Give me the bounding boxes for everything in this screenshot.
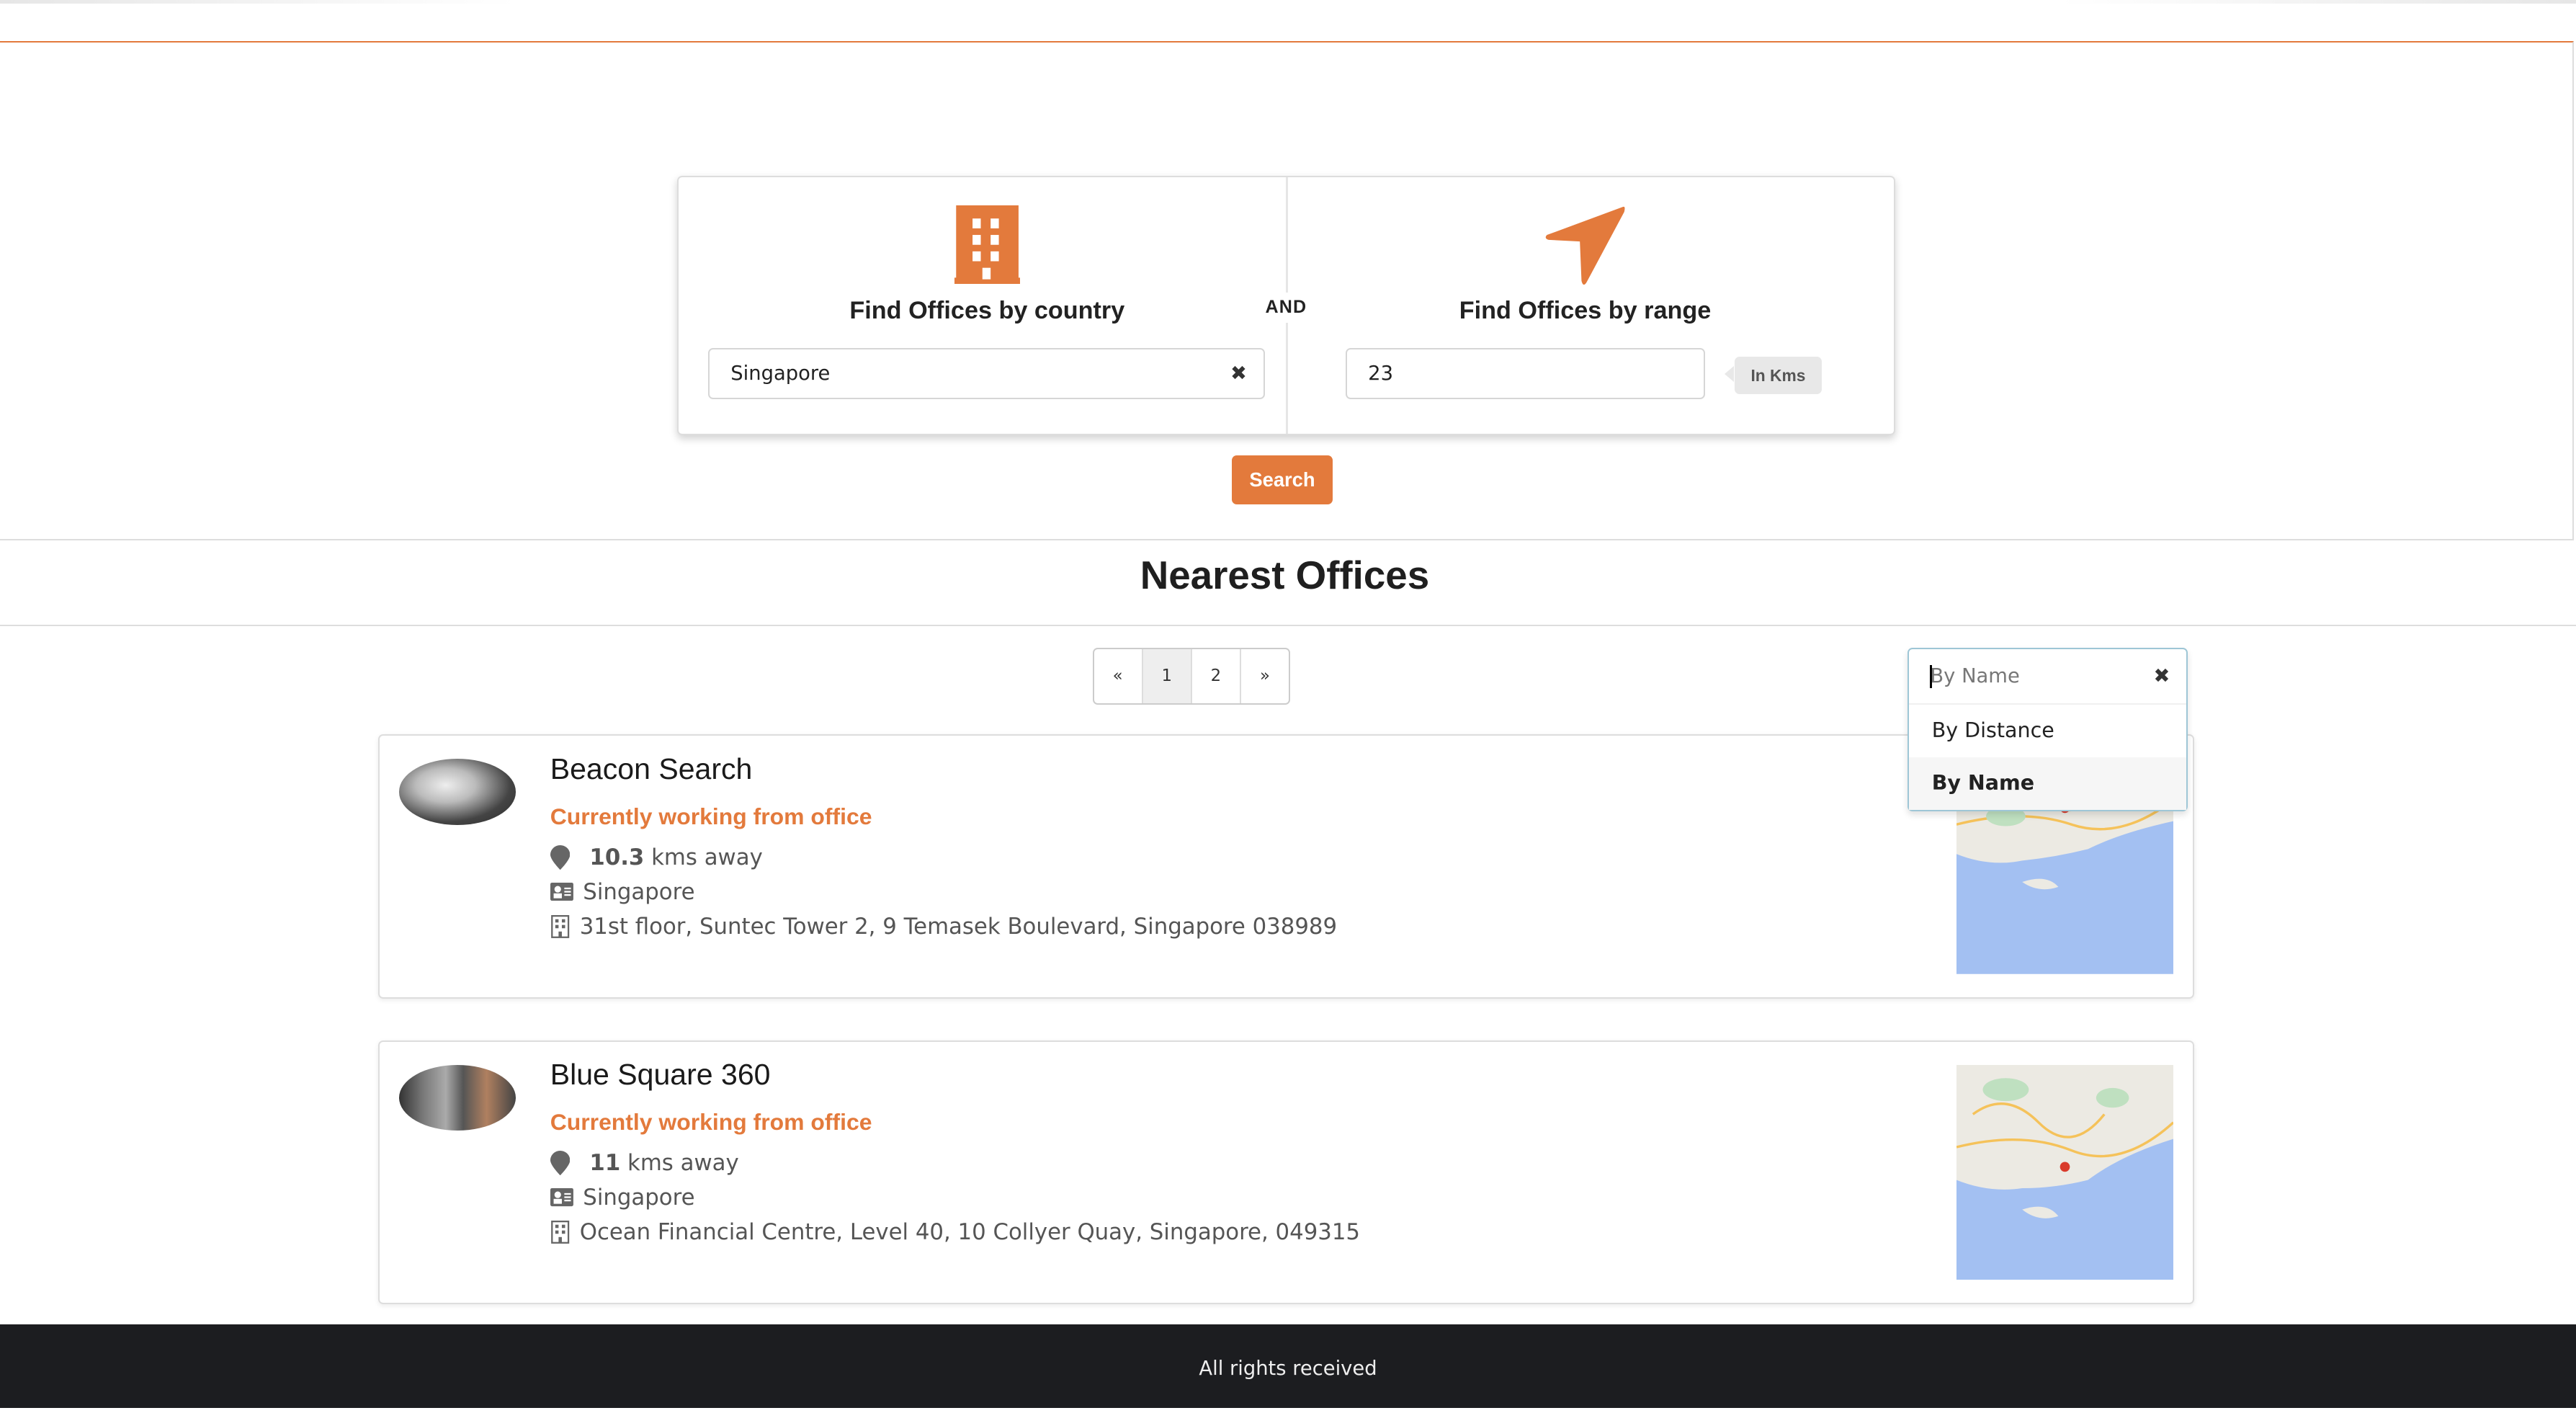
distance-unit: kms away	[627, 1150, 739, 1177]
sort-option-name[interactable]: By Name	[1908, 757, 2187, 810]
distance-value: 11	[589, 1150, 621, 1177]
sort-input[interactable]: By Name ✖	[1908, 649, 2187, 705]
search-panel: AND Find Offices by country Singapore ✖ …	[676, 176, 1896, 435]
office-photo	[398, 759, 516, 825]
id-card-icon	[550, 883, 573, 901]
distance-row: 11 kms away	[550, 1150, 739, 1176]
office-photo	[398, 1064, 516, 1131]
country-value: Singapore	[583, 1185, 695, 1211]
range-value: 23	[1368, 362, 1393, 385]
footer: All rights received	[0, 1324, 2576, 1409]
top-edge	[0, 0, 2576, 4]
page-prev[interactable]: «	[1094, 648, 1143, 703]
range-input[interactable]: 23	[1345, 348, 1705, 399]
building-outline-icon	[550, 1220, 569, 1244]
distance-value: 10.3	[589, 844, 645, 870]
address-value: Ocean Financial Centre, Level 40, 10 Col…	[579, 1218, 1360, 1245]
unit-badge: In Kms	[1725, 356, 1822, 395]
country-row: Singapore	[550, 879, 695, 905]
country-value: Singapore	[730, 362, 831, 385]
country-input[interactable]: Singapore ✖	[707, 348, 1265, 399]
building-icon	[954, 205, 1020, 285]
times-icon[interactable]: ✖	[2153, 649, 2170, 703]
times-icon[interactable]: ✖	[1230, 349, 1247, 398]
office-status: Currently working from office	[550, 803, 872, 829]
divider	[0, 624, 2576, 626]
country-row: Singapore	[550, 1185, 695, 1211]
distance-unit: kms away	[651, 844, 763, 870]
office-card: Blue Square 360 Currently working from o…	[377, 1040, 2195, 1305]
office-status: Currently working from office	[550, 1109, 872, 1136]
country-value: Singapore	[583, 878, 695, 905]
page-next[interactable]: »	[1241, 649, 1289, 703]
page-title: Nearest Offices	[1140, 553, 1430, 598]
sort-option-distance[interactable]: By Distance	[1909, 705, 2186, 757]
page-1[interactable]: 1	[1142, 648, 1192, 703]
address-value: 31st floor, Suntec Tower 2, 9 Temasek Bo…	[579, 913, 1338, 940]
location-arrow-icon	[1546, 206, 1625, 285]
address-row: Ocean Financial Centre, Level 40, 10 Col…	[550, 1219, 1360, 1245]
range-title: Find Offices by range	[1459, 297, 1712, 325]
country-title: Find Offices by country	[849, 297, 1125, 325]
map-marker-icon	[550, 1151, 571, 1176]
id-card-icon	[550, 1188, 573, 1207]
page-2[interactable]: 2	[1192, 648, 1241, 703]
office-name: Beacon Search	[550, 752, 753, 786]
sort-placeholder: By Name	[1930, 664, 2020, 687]
map-marker-icon	[550, 844, 571, 870]
address-row: 31st floor, Suntec Tower 2, 9 Temasek Bo…	[550, 914, 1337, 940]
distance-row: 10.3 kms away	[550, 844, 763, 870]
building-outline-icon	[550, 914, 569, 938]
office-map[interactable]	[1956, 1064, 2173, 1280]
sort-dropdown: By Name ✖ By Distance By Name	[1907, 647, 2188, 812]
pagination: « 1 2 »	[1092, 647, 1291, 705]
search-button[interactable]: Search	[1232, 455, 1333, 505]
office-name: Blue Square 360	[550, 1058, 771, 1092]
